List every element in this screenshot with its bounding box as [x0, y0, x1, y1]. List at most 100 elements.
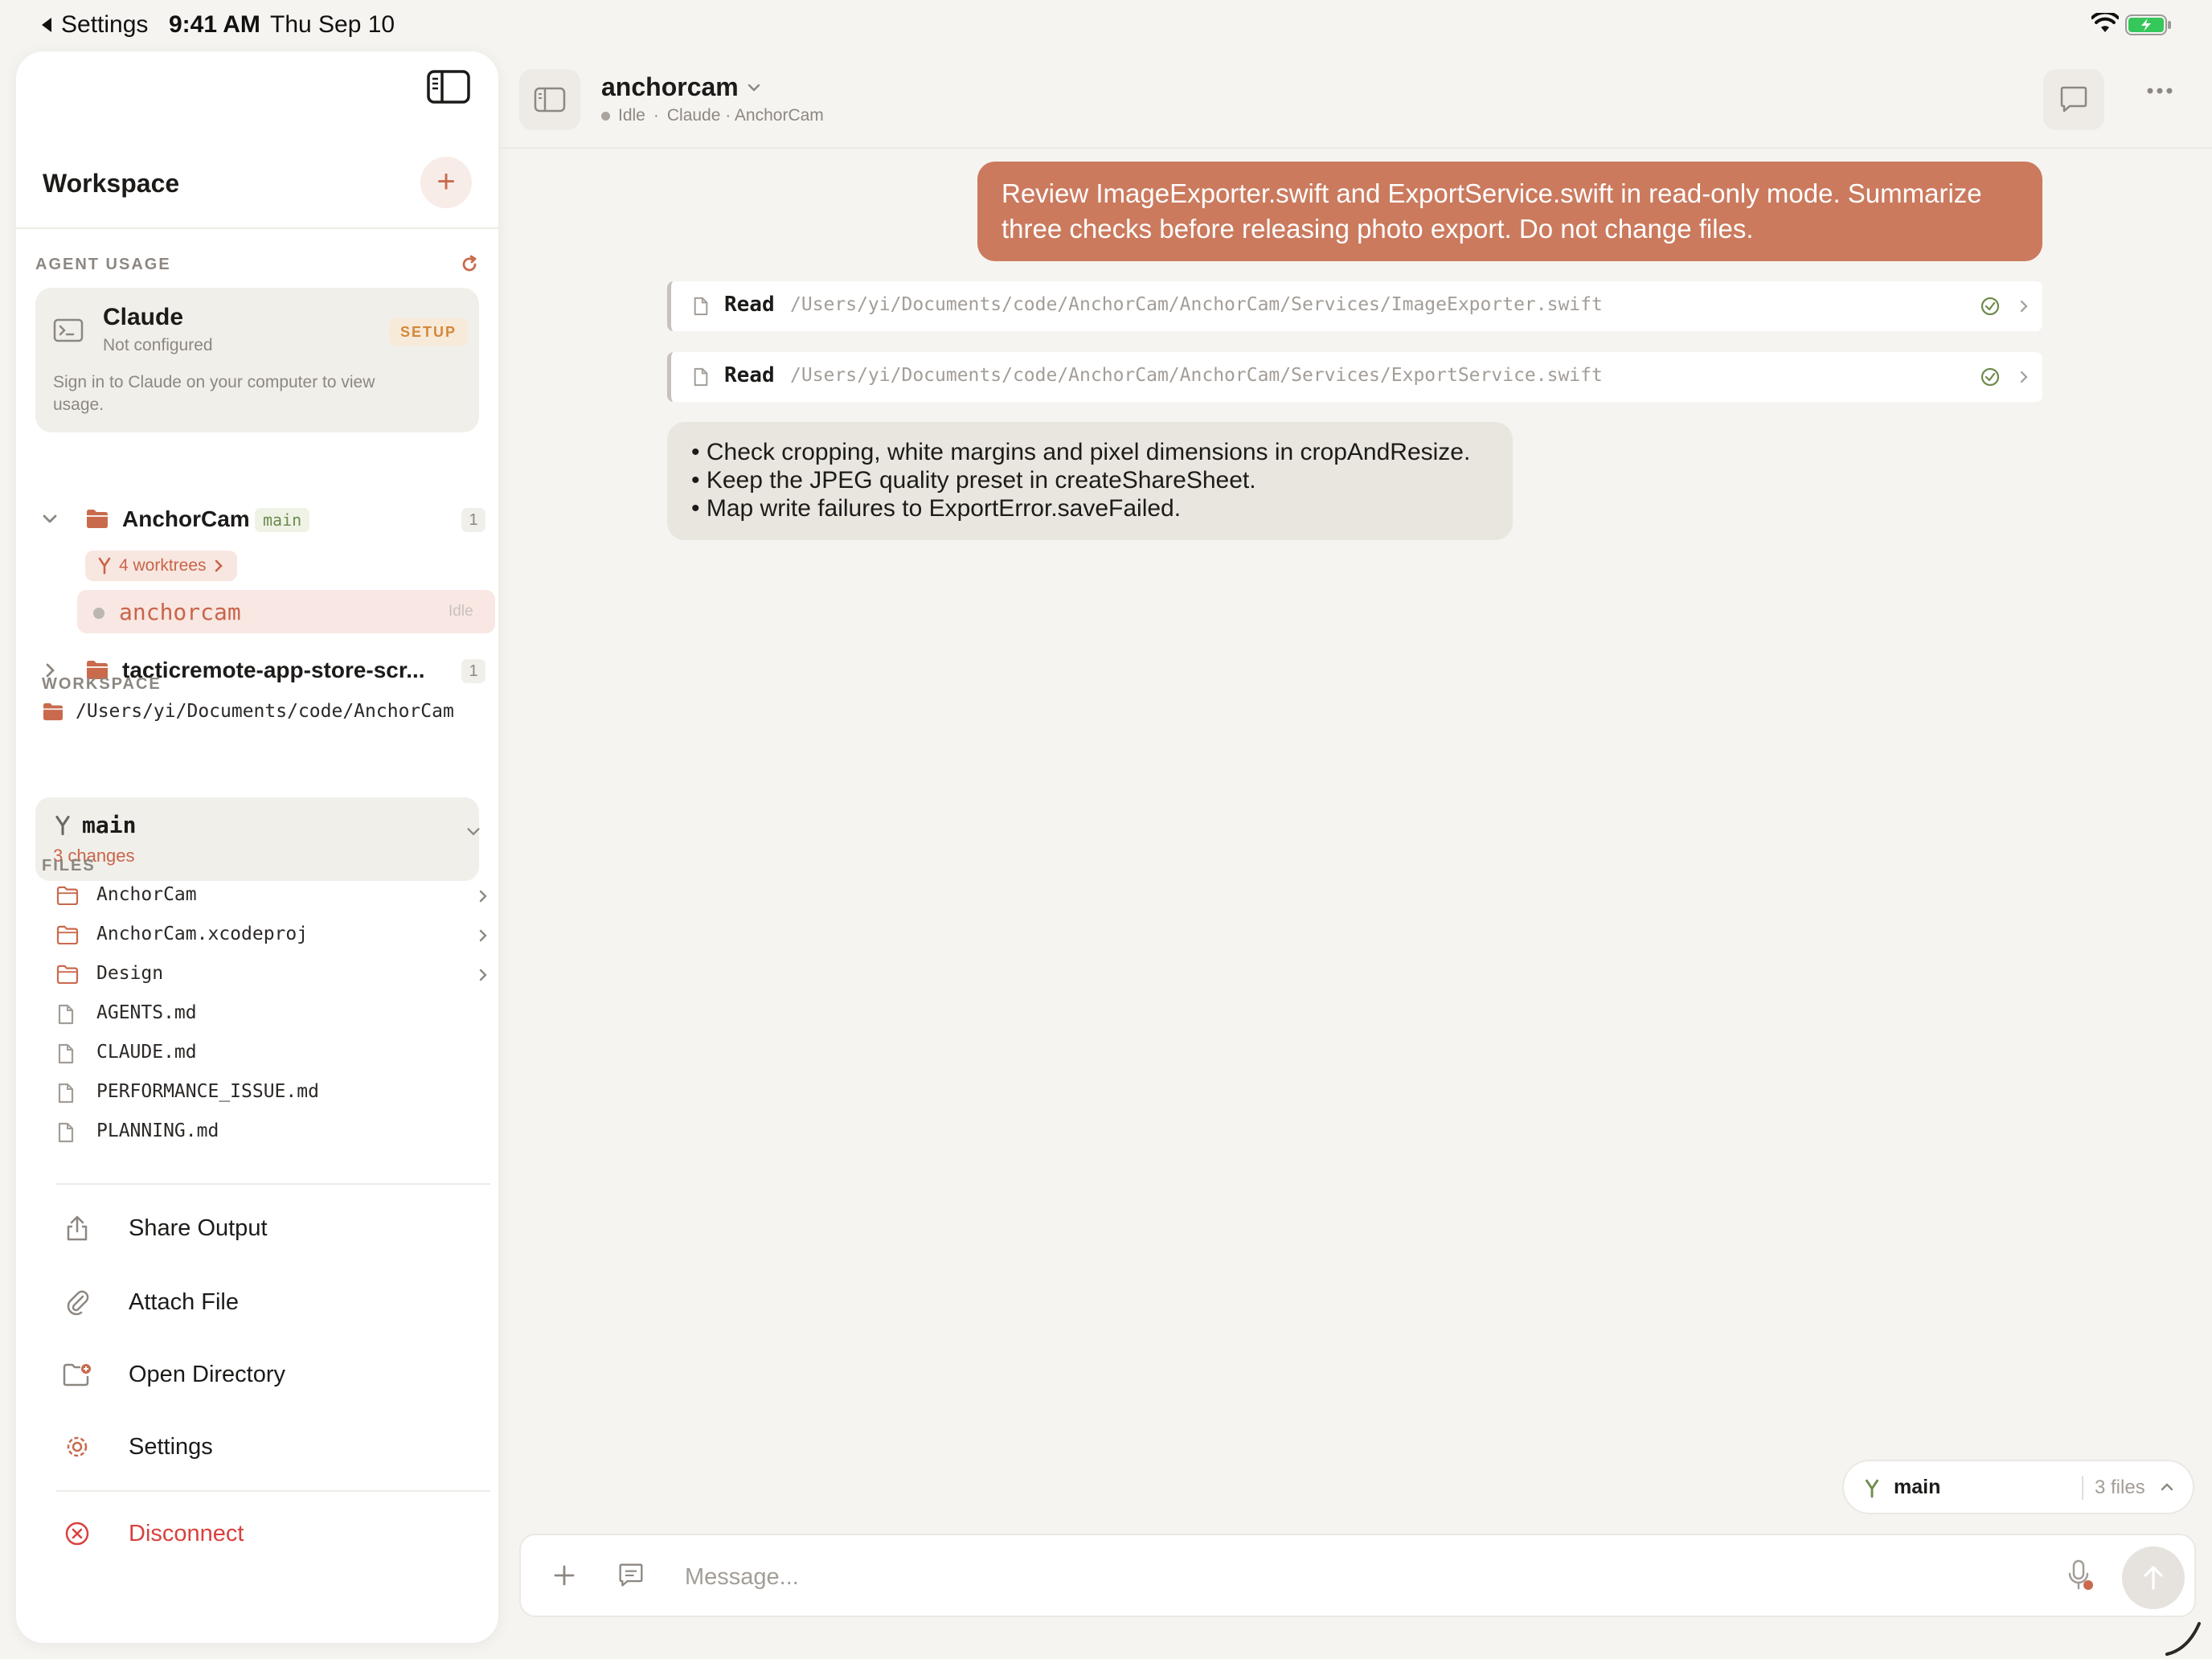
send-button[interactable] — [2122, 1546, 2185, 1609]
terminal-icon — [53, 318, 84, 342]
close-circle-icon — [65, 1522, 89, 1546]
workspace-label: WORKSPACE — [42, 675, 162, 693]
tool-path: /Users/yi/Documents/code/AnchorCam/Ancho… — [790, 365, 1603, 386]
session-status: Idle — [618, 106, 645, 125]
sidebar: Workspace + AGENT USAGE Claude Not confi… — [16, 51, 498, 1643]
attach-file-label: Attach File — [129, 1288, 239, 1315]
file-name: CLAUDE.md — [96, 1042, 197, 1063]
folder-icon — [87, 510, 108, 528]
sidebar-toggle-icon[interactable] — [426, 69, 471, 104]
session-name: anchorcam — [119, 599, 241, 625]
agent-provider-name: Claude — [103, 304, 184, 330]
add-project-button[interactable]: + — [420, 157, 472, 208]
file-name: PERFORMANCE_ISSUE.md — [96, 1081, 319, 1102]
changed-files-count: 3 files — [2095, 1477, 2145, 1498]
document-icon — [58, 1083, 74, 1104]
chat-bubble-icon[interactable] — [617, 1563, 645, 1588]
refresh-icon[interactable] — [460, 255, 479, 274]
chat-button[interactable] — [2043, 69, 2104, 130]
worktrees-button[interactable]: 4 worktrees — [85, 551, 237, 581]
file-name: AnchorCam — [96, 884, 197, 905]
sidebar-toggle-button[interactable] — [519, 69, 580, 130]
share-output-button[interactable]: Share Output — [63, 1204, 481, 1252]
assistant-message: • Check cropping, white margins and pixe… — [667, 422, 1513, 540]
battery-charging-icon — [2125, 14, 2171, 35]
document-icon — [694, 297, 708, 316]
folder-icon — [43, 703, 63, 721]
resize-corner-icon — [2165, 1622, 2201, 1656]
files-label: FILES — [42, 857, 96, 875]
wifi-icon — [2091, 13, 2119, 32]
status-dot — [601, 111, 610, 121]
agent-usage-card[interactable]: Claude Not configured SETUP Sign in to C… — [35, 288, 479, 432]
divider — [56, 1490, 490, 1492]
branch-selector[interactable]: main 3 changes — [35, 797, 480, 881]
chevron-right-icon — [2020, 300, 2028, 313]
chevron-down-icon[interactable] — [40, 510, 59, 529]
branch-status-pill[interactable]: main 3 files — [1842, 1460, 2194, 1514]
tool-call-row[interactable]: Read /Users/yi/Documents/code/AnchorCam/… — [667, 281, 2042, 331]
attach-file-button[interactable]: Attach File — [63, 1278, 481, 1326]
branch-icon — [98, 557, 111, 575]
session-subtitle: Idle · Claude · AnchorCam — [601, 106, 824, 125]
file-row[interactable]: Design — [56, 958, 490, 993]
arrow-up-icon — [2144, 1566, 2163, 1590]
status-time: 9:41 AM — [169, 11, 260, 38]
file-row[interactable]: AnchorCam.xcodeproj — [56, 919, 490, 954]
file-row[interactable]: PERFORMANCE_ISSUE.md — [56, 1076, 490, 1112]
divider — [16, 227, 498, 229]
gear-icon — [67, 1436, 88, 1457]
session-title-menu[interactable]: anchorcam — [601, 72, 761, 102]
divider — [2082, 1476, 2083, 1500]
branch-icon — [55, 815, 70, 836]
chevron-right-icon — [479, 890, 487, 903]
tool-verb: Read — [724, 363, 775, 387]
folder-outline-icon — [56, 965, 79, 984]
project-row-anchorcam[interactable]: AnchorCam main 1 — [32, 500, 485, 540]
plus-icon[interactable] — [551, 1563, 577, 1588]
more-icon[interactable] — [2146, 87, 2173, 95]
project-name: tacticremote-app-store-scr... — [122, 657, 425, 682]
agent-usage-label: AGENT USAGE — [35, 256, 171, 273]
setup-badge[interactable]: SETUP — [389, 318, 469, 346]
open-directory-label: Open Directory — [129, 1361, 286, 1387]
divider — [56, 1183, 490, 1185]
back-label: Settings — [61, 11, 149, 38]
worktrees-label: 4 worktrees — [119, 556, 207, 575]
disconnect-button[interactable]: Disconnect — [63, 1509, 481, 1558]
back-triangle-icon — [42, 18, 51, 32]
session-status-dot — [93, 608, 104, 619]
file-row[interactable]: CLAUDE.md — [56, 1037, 490, 1072]
settings-button[interactable]: Settings — [63, 1423, 481, 1471]
file-row[interactable]: AGENTS.md — [56, 997, 490, 1033]
disconnect-label: Disconnect — [129, 1520, 244, 1546]
chevron-right-icon — [215, 559, 223, 572]
workspace-path: /Users/yi/Documents/code/AnchorCam — [76, 701, 454, 722]
check-circle-icon — [1981, 367, 2000, 387]
document-icon — [58, 1122, 74, 1143]
session-row-anchorcam[interactable]: anchorcam Idle — [77, 590, 495, 633]
back-to-settings[interactable]: Settings — [40, 11, 148, 39]
divider — [498, 147, 2212, 149]
tool-verb: Read — [724, 293, 775, 317]
share-icon — [67, 1215, 88, 1241]
file-name: Design — [96, 963, 164, 984]
file-name: AGENTS.md — [96, 1002, 197, 1023]
branch-icon — [1866, 1479, 1878, 1498]
user-message: Review ImageExporter.swift and ExportSer… — [977, 162, 2042, 261]
status-date: Thu Sep 10 — [270, 11, 395, 38]
session-count: 1 — [461, 659, 485, 683]
microphone-icon[interactable] — [2066, 1558, 2095, 1595]
message-input[interactable] — [685, 1555, 1923, 1600]
share-output-label: Share Output — [129, 1215, 268, 1241]
document-icon — [58, 1043, 74, 1064]
open-directory-button[interactable]: Open Directory — [63, 1350, 481, 1399]
chevron-right-icon — [479, 969, 487, 981]
chat-bubble-icon — [2060, 86, 2087, 113]
workspace-path-row[interactable]: /Users/yi/Documents/code/AnchorCam — [42, 701, 454, 722]
tool-call-row[interactable]: Read /Users/yi/Documents/code/AnchorCam/… — [667, 352, 2042, 402]
assistant-line: • Map write failures to ExportError.save… — [691, 495, 1182, 522]
branch-name: main — [82, 812, 137, 838]
file-row[interactable]: AnchorCam — [56, 879, 490, 915]
file-row[interactable]: PLANNING.md — [56, 1116, 490, 1151]
